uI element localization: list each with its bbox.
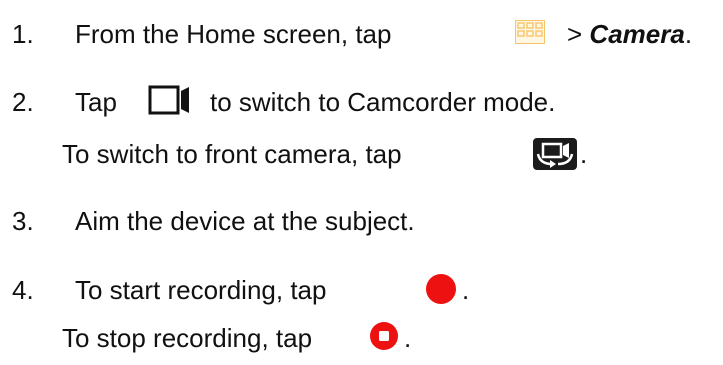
instructions-page: 1. From the Home screen, tap > Camera . … [12,19,693,353]
record-icon [425,273,457,305]
chevron-text: > [567,19,590,49]
camcorder-mode-icon [148,85,192,115]
step-number: 3. [12,206,34,236]
step-text: From the Home screen, tap [75,19,392,49]
step-number: 2. [12,87,34,117]
step-number: 1. [12,19,34,49]
apps-grid-icon [515,20,545,44]
step-number: 4. [12,275,34,305]
camera-app-label: Camera [589,19,685,49]
stop-icon [369,321,399,351]
switch-camera-icon [532,137,578,171]
